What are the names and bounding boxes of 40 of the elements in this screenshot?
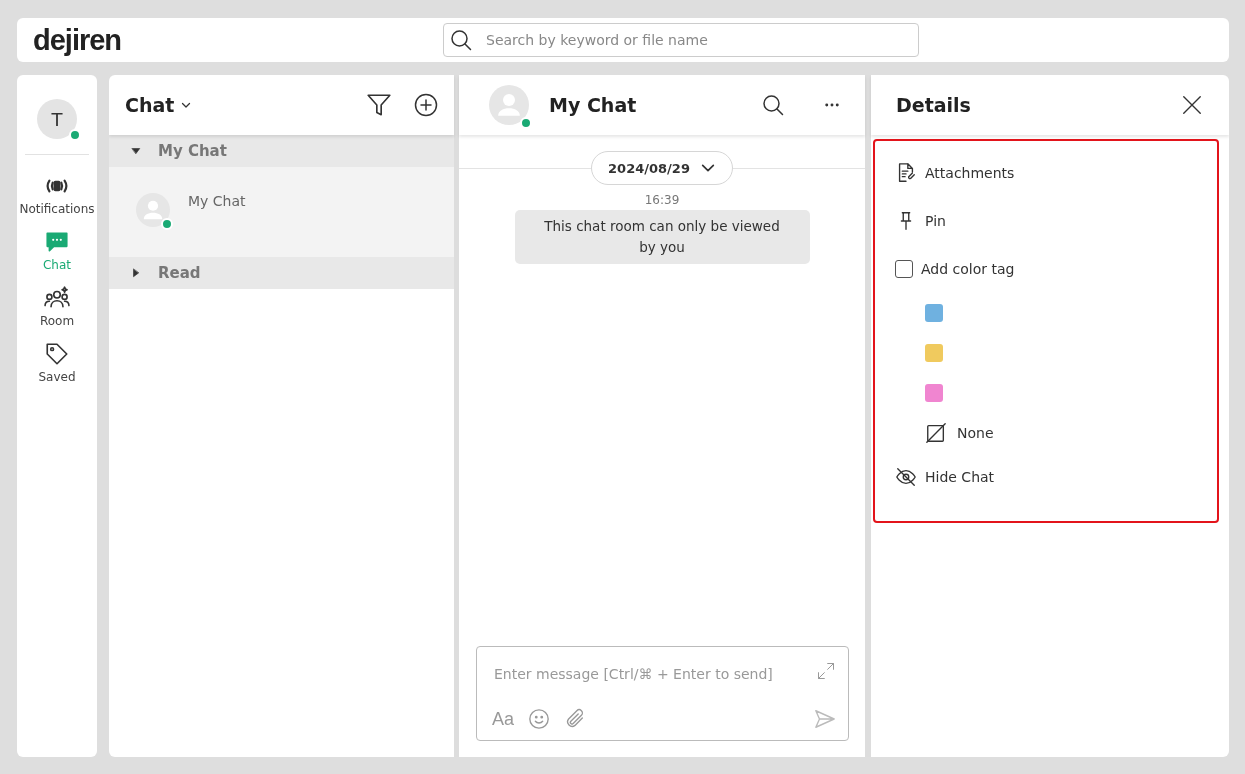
group-header[interactable]: Read <box>109 257 454 289</box>
expand-icon[interactable] <box>816 661 836 681</box>
message-time: 16:39 <box>644 193 680 207</box>
nav-item[interactable]: Notifications <box>19 173 95 216</box>
chat-dropdown[interactable]: Chat <box>125 94 193 116</box>
add-icon[interactable] <box>414 93 438 117</box>
no-color-option[interactable]: None <box>925 413 1217 453</box>
caret-right-icon <box>131 268 141 278</box>
close-icon[interactable] <box>1181 94 1203 116</box>
message-bubble: This chat room can only be viewed by you <box>514 210 810 264</box>
logo: dejiren <box>33 23 122 57</box>
group-header[interactable]: My Chat <box>109 135 454 167</box>
slashed-square-icon <box>925 422 947 444</box>
caret-down-icon <box>131 146 141 156</box>
details-item[interactable]: Attachments <box>895 149 1015 197</box>
search-icon <box>449 28 473 52</box>
user-avatar[interactable]: T <box>37 99 77 139</box>
chat-name: My Chat <box>188 193 246 209</box>
conversation-title: My Chat <box>549 94 637 116</box>
chat-item[interactable]: My Chat <box>109 167 454 257</box>
checkbox[interactable] <box>895 260 913 278</box>
date-selector[interactable]: 2024/08/29 <box>591 151 733 185</box>
color-swatch[interactable] <box>925 384 943 402</box>
details-item[interactable]: Add color tag <box>895 245 1015 293</box>
search-icon[interactable] <box>761 93 785 117</box>
search-field[interactable]: Search by keyword or file name <box>443 23 919 57</box>
tag-icon <box>44 341 70 367</box>
color-swatch[interactable] <box>925 304 943 322</box>
person-icon <box>136 193 170 227</box>
nav-item[interactable]: Room <box>39 285 75 328</box>
details-title: Details <box>896 94 971 116</box>
details-item[interactable]: Pin <box>895 197 946 245</box>
smiley-icon[interactable] <box>528 708 551 730</box>
nav-item[interactable]: Saved <box>38 341 76 384</box>
details-item[interactable]: Hide Chat <box>895 453 995 501</box>
color-swatch[interactable] <box>925 344 943 362</box>
person-icon <box>489 85 529 125</box>
send-icon[interactable] <box>814 708 836 730</box>
filter-icon[interactable] <box>366 92 392 118</box>
eye-slash-icon <box>895 466 917 488</box>
